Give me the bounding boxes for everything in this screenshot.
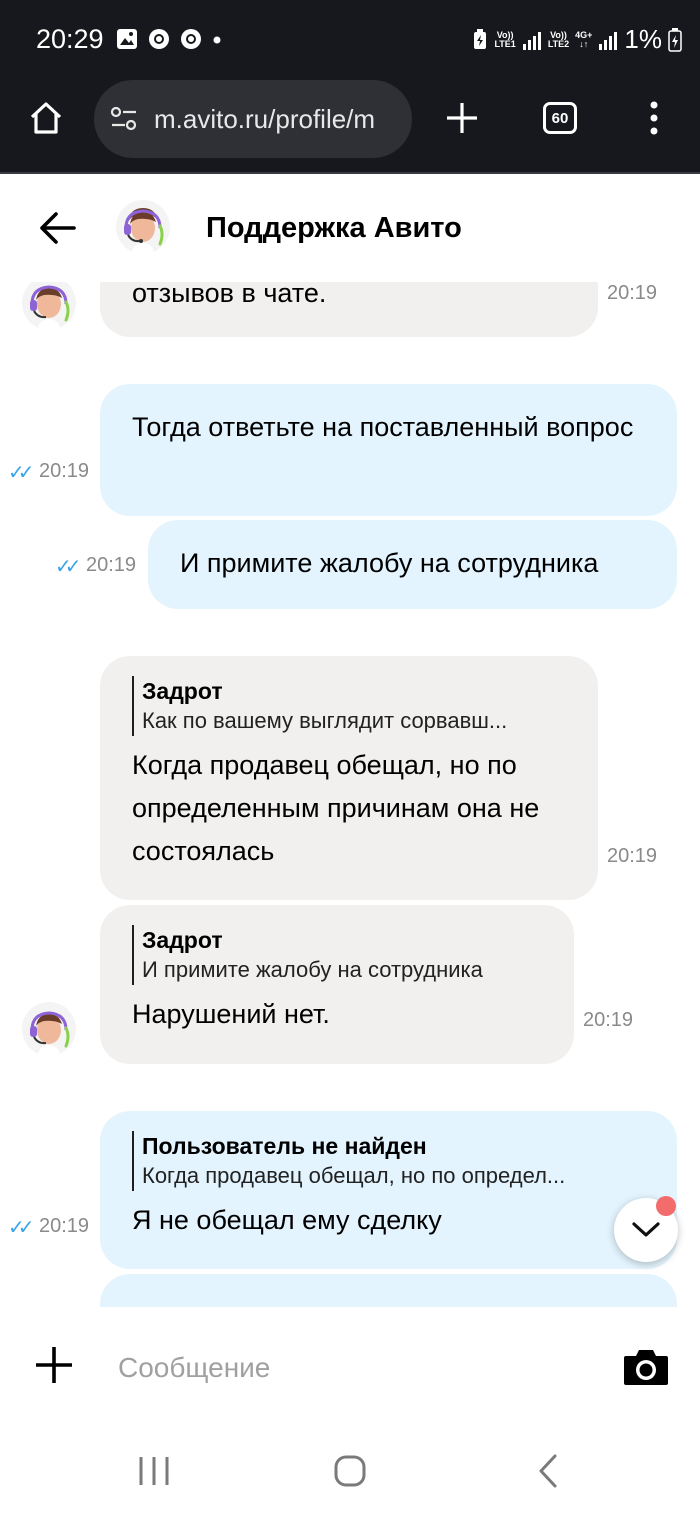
chevron-down-icon [632, 1222, 660, 1237]
support-avatar-small [22, 282, 76, 330]
message-bubble-outgoing[interactable] [100, 1274, 677, 1307]
chat-header: Поддержка Авито [0, 176, 700, 282]
message-bubble-outgoing[interactable]: И примите жалобу на сотрудника [148, 520, 677, 609]
quote-text: И примите жалобу на сотрудника [142, 957, 483, 982]
message-input[interactable] [118, 1345, 588, 1391]
quote-author: Задрот [142, 678, 223, 704]
system-navigation-bar [0, 1427, 700, 1517]
quote-author: Задрот [142, 927, 223, 953]
camera-icon [624, 1350, 668, 1385]
message-text: И примите жалобу на сотрудника [180, 548, 599, 578]
site-settings-icon[interactable] [108, 103, 140, 135]
reply-quote[interactable]: Пользователь не найден Когда продавец об… [132, 1131, 645, 1191]
plus-icon [447, 103, 477, 133]
read-check-icon: ✓✓ [8, 462, 34, 484]
url-text[interactable]: m.avito.ru/profile/m [154, 104, 375, 135]
plus-icon [36, 1347, 72, 1383]
battery-charging-icon [668, 27, 682, 52]
message-text: отзывов в чате. [132, 282, 327, 308]
read-check-icon: ✓✓ [55, 556, 81, 578]
support-avatar[interactable] [116, 200, 170, 254]
message-composer [0, 1307, 700, 1427]
status-bar: 20:29 Vo)) LTE1 Vo)) LTE2 4G+ ↓↑ 1% [0, 0, 700, 80]
message-text: Тогда ответьте на поставленный вопрос [132, 412, 634, 442]
back-nav-button[interactable] [530, 1451, 566, 1491]
message-bubble-incoming[interactable]: отзывов в чате. [100, 282, 598, 337]
message-time: 20:19 [86, 554, 137, 576]
reply-quote[interactable]: Задрот Как по вашему выглядит сорвавш... [132, 676, 566, 736]
home-nav-icon [334, 1455, 366, 1487]
system-indicators: Vo)) LTE1 Vo)) LTE2 4G+ ↓↑ 1% [472, 24, 682, 55]
home-icon [30, 102, 62, 134]
data-arrows-icon: ↓↑ [579, 38, 589, 49]
message-text: Когда продавец обещал, но по определенны… [132, 750, 540, 866]
arrow-left-icon [40, 212, 76, 244]
battery-saver-icon [474, 28, 487, 49]
address-bar[interactable]: m.avito.ru/profile/m [94, 80, 412, 158]
browser-menu-button[interactable] [630, 94, 678, 142]
signal-icon [522, 31, 541, 50]
message-time: 20:19 [607, 282, 658, 304]
more-vertical-icon [650, 101, 658, 135]
home-button[interactable] [22, 94, 70, 142]
sim1-indicator: Vo)) LTE1 [494, 29, 516, 49]
back-nav-icon [539, 1454, 557, 1488]
message-time: 20:19 [39, 460, 90, 482]
chat-title: Поддержка Авито [206, 212, 462, 244]
message-text: Я не обещал ему сделку [132, 1205, 442, 1235]
recent-apps-icon [139, 1457, 169, 1485]
recent-apps-button[interactable] [136, 1451, 172, 1491]
message-bubble-outgoing[interactable]: Пользователь не найден Когда продавец об… [100, 1111, 677, 1269]
message-time: 20:19 [583, 1009, 634, 1031]
support-avatar-small [22, 1002, 76, 1056]
browser-toolbar: m.avito.ru/profile/m 60 [0, 80, 700, 174]
tab-count-icon: 60 [543, 102, 577, 134]
tab-count: 60 [551, 109, 569, 127]
quote-author: Пользователь не найден [142, 1133, 427, 1159]
attach-button[interactable] [34, 1345, 74, 1390]
quote-text: Когда продавец обещал, но по определ... [142, 1163, 566, 1188]
notification-icons [116, 28, 222, 50]
chrome-icon [181, 29, 201, 49]
read-check-icon: ✓✓ [8, 1217, 34, 1239]
message-time: 20:19 [39, 1215, 90, 1237]
home-nav-button[interactable] [332, 1451, 368, 1491]
tab-switcher-button[interactable]: 60 [536, 94, 584, 142]
message-text: Нарушений нет. [132, 999, 330, 1029]
message-bubble-incoming[interactable]: Задрот Как по вашему выглядит сорвавш...… [100, 656, 598, 900]
gallery-icon [117, 29, 137, 49]
signal-icon [599, 31, 618, 50]
message-list[interactable]: отзывов в чате. 20:19 ✓✓ 20:19 Тогда отв… [0, 282, 700, 1307]
chrome-icon [149, 29, 169, 49]
reply-quote[interactable]: Задрот И примите жалобу на сотрудника [132, 925, 542, 985]
message-bubble-incoming[interactable]: Задрот И примите жалобу на сотрудника На… [100, 905, 574, 1064]
back-button[interactable] [36, 206, 80, 250]
unread-indicator [656, 1196, 676, 1216]
new-tab-button[interactable] [438, 94, 486, 142]
quote-text: Как по вашему выглядит сорвавш... [142, 708, 508, 733]
camera-button[interactable] [622, 1347, 670, 1392]
battery-level: 1% [624, 24, 662, 54]
sim2-indicator: Vo)) LTE2 [547, 29, 570, 49]
status-time: 20:29 [36, 24, 104, 54]
network-type-indicator: 4G+ ↓↑ [575, 29, 593, 49]
message-time: 20:19 [607, 845, 658, 867]
message-bubble-outgoing[interactable]: Тогда ответьте на поставленный вопрос [100, 384, 677, 516]
more-notifications-icon [213, 36, 221, 44]
